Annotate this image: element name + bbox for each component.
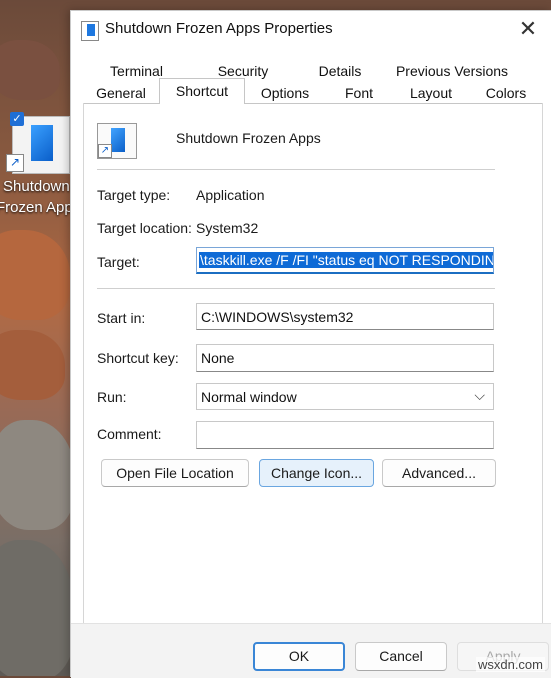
desktop-shortcut-icon[interactable]: ✓ ↗ — [4, 112, 70, 174]
desktop-label-line2: Frozen Apps — [0, 199, 80, 216]
desktop-rock — [0, 540, 75, 676]
tab-security[interactable]: Security — [201, 63, 285, 79]
desktop-background: ✓ ↗ Shutdown Frozen Apps — [0, 0, 80, 676]
desktop-rock — [0, 420, 75, 530]
start-in-label: Start in: — [97, 310, 146, 326]
divider — [97, 288, 495, 289]
shortcut-large-icon: ↗ — [97, 123, 137, 159]
desktop-label-line1: Shutdown — [3, 178, 70, 195]
run-select[interactable]: Normal window ⌵ — [196, 383, 494, 410]
shortcut-arrow-icon: ↗ — [6, 154, 24, 172]
target-label: Target: — [97, 254, 140, 270]
tab-terminal[interactable]: Terminal — [89, 63, 184, 79]
tab-general[interactable]: General — [85, 85, 157, 101]
target-input-selected-text: \taskkill.exe /F /FI "status eq NOT RESP… — [199, 252, 493, 268]
tab-shortcut[interactable]: Shortcut — [159, 78, 245, 104]
target-input[interactable]: \taskkill.exe /F /FI "status eq NOT RESP… — [196, 247, 494, 274]
comment-label: Comment: — [97, 426, 162, 442]
desktop-rock — [0, 40, 60, 100]
tab-previous-versions[interactable]: Previous Versions — [381, 63, 523, 79]
shortcut-arrow-icon: ↗ — [98, 144, 112, 158]
watermark: wsxdn.com — [475, 657, 545, 672]
open-file-location-button[interactable]: Open File Location — [101, 459, 249, 487]
shortcut-app-icon — [81, 21, 99, 41]
shortcut-key-label: Shortcut key: — [97, 350, 179, 366]
shortcut-key-input[interactable]: None — [196, 344, 494, 372]
desktop-rock — [0, 230, 70, 320]
desktop-shortcut-label[interactable]: Shutdown Frozen Apps — [0, 176, 80, 218]
change-icon-button[interactable]: Change Icon... — [259, 459, 374, 487]
cancel-button[interactable]: Cancel — [355, 642, 447, 671]
shortcut-name: Shutdown Frozen Apps — [176, 130, 321, 146]
chevron-down-icon: ⌵ — [474, 387, 485, 403]
run-label: Run: — [97, 389, 127, 405]
desktop-rock — [0, 330, 65, 400]
divider — [97, 169, 495, 170]
tab-colors[interactable]: Colors — [469, 85, 543, 101]
target-type-value: Application — [196, 187, 265, 203]
ok-button[interactable]: OK — [253, 642, 345, 671]
tab-options[interactable]: Options — [247, 85, 323, 101]
target-type-label: Target type: — [97, 187, 171, 203]
close-button[interactable]: ✕ — [518, 18, 538, 40]
window-title: Shutdown Frozen Apps Properties — [105, 20, 333, 37]
run-select-value: Normal window — [201, 389, 297, 405]
properties-dialog: Shutdown Frozen Apps Properties ✕ Termin… — [70, 10, 551, 678]
tab-font[interactable]: Font — [327, 85, 391, 101]
title-bar[interactable]: Shutdown Frozen Apps Properties ✕ — [71, 11, 551, 49]
checkbox-icon[interactable]: ✓ — [10, 112, 24, 126]
target-location-value: System32 — [196, 220, 259, 236]
tab-details[interactable]: Details — [297, 63, 383, 79]
advanced-button[interactable]: Advanced... — [382, 459, 496, 487]
target-location-label: Target location: — [97, 220, 192, 236]
start-in-input[interactable]: C:\WINDOWS\system32 — [196, 303, 494, 330]
tab-layout[interactable]: Layout — [393, 85, 469, 101]
comment-input[interactable] — [196, 421, 494, 449]
